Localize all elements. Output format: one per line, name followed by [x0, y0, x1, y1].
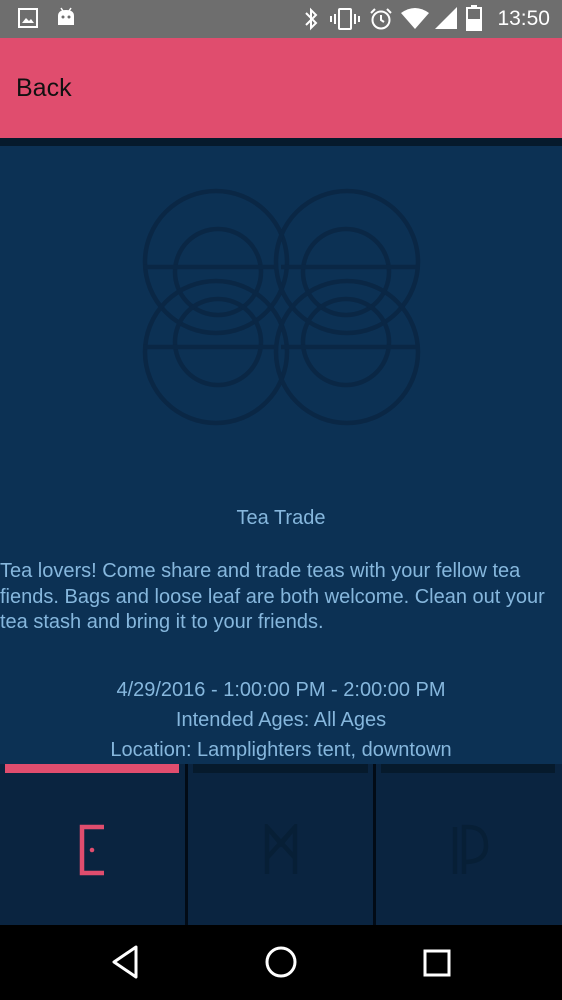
home-circle-icon[interactable] [264, 945, 298, 979]
app-bar: Back [0, 38, 562, 138]
back-button[interactable]: Back [16, 74, 72, 103]
system-nav-bar [0, 925, 562, 1000]
tea-trade-logo-icon [142, 188, 421, 426]
image-icon [18, 8, 38, 28]
signal-icon [435, 7, 457, 29]
tab-events[interactable] [0, 764, 186, 925]
bluetooth-icon [305, 7, 318, 31]
tab-indicator [193, 764, 368, 773]
battery-icon [466, 5, 482, 31]
tab-indicator-active [5, 764, 179, 773]
recents-square-icon[interactable] [423, 949, 451, 977]
m-rune-icon [264, 824, 298, 874]
e-rune-icon [79, 824, 104, 876]
p-rune-icon [452, 824, 489, 874]
android-icon [58, 7, 74, 25]
app-bar-shadow [0, 138, 562, 146]
status-bar: 13:50 [0, 0, 562, 38]
event-detail: Tea Trade Tea lovers! Come share and tra… [0, 146, 562, 764]
vibrate-icon [330, 8, 360, 30]
wifi-icon [401, 8, 429, 29]
tab-indicator [381, 764, 555, 773]
tab-profile[interactable] [376, 764, 562, 925]
tab-bar [0, 764, 562, 925]
event-location: Location: Lamplighters tent, downtown [110, 739, 452, 761]
tab-map[interactable] [188, 764, 375, 925]
event-datetime: 4/29/2016 - 1:00:00 PM - 2:00:00 PM [116, 679, 446, 701]
status-time: 13:50 [497, 7, 550, 30]
alarm-icon [370, 8, 392, 30]
back-triangle-icon[interactable] [111, 944, 139, 980]
event-description: Tea lovers! Come share and trade teas wi… [0, 560, 545, 633]
event-title: Tea Trade [236, 507, 326, 529]
event-ages: Intended Ages: All Ages [175, 709, 387, 731]
